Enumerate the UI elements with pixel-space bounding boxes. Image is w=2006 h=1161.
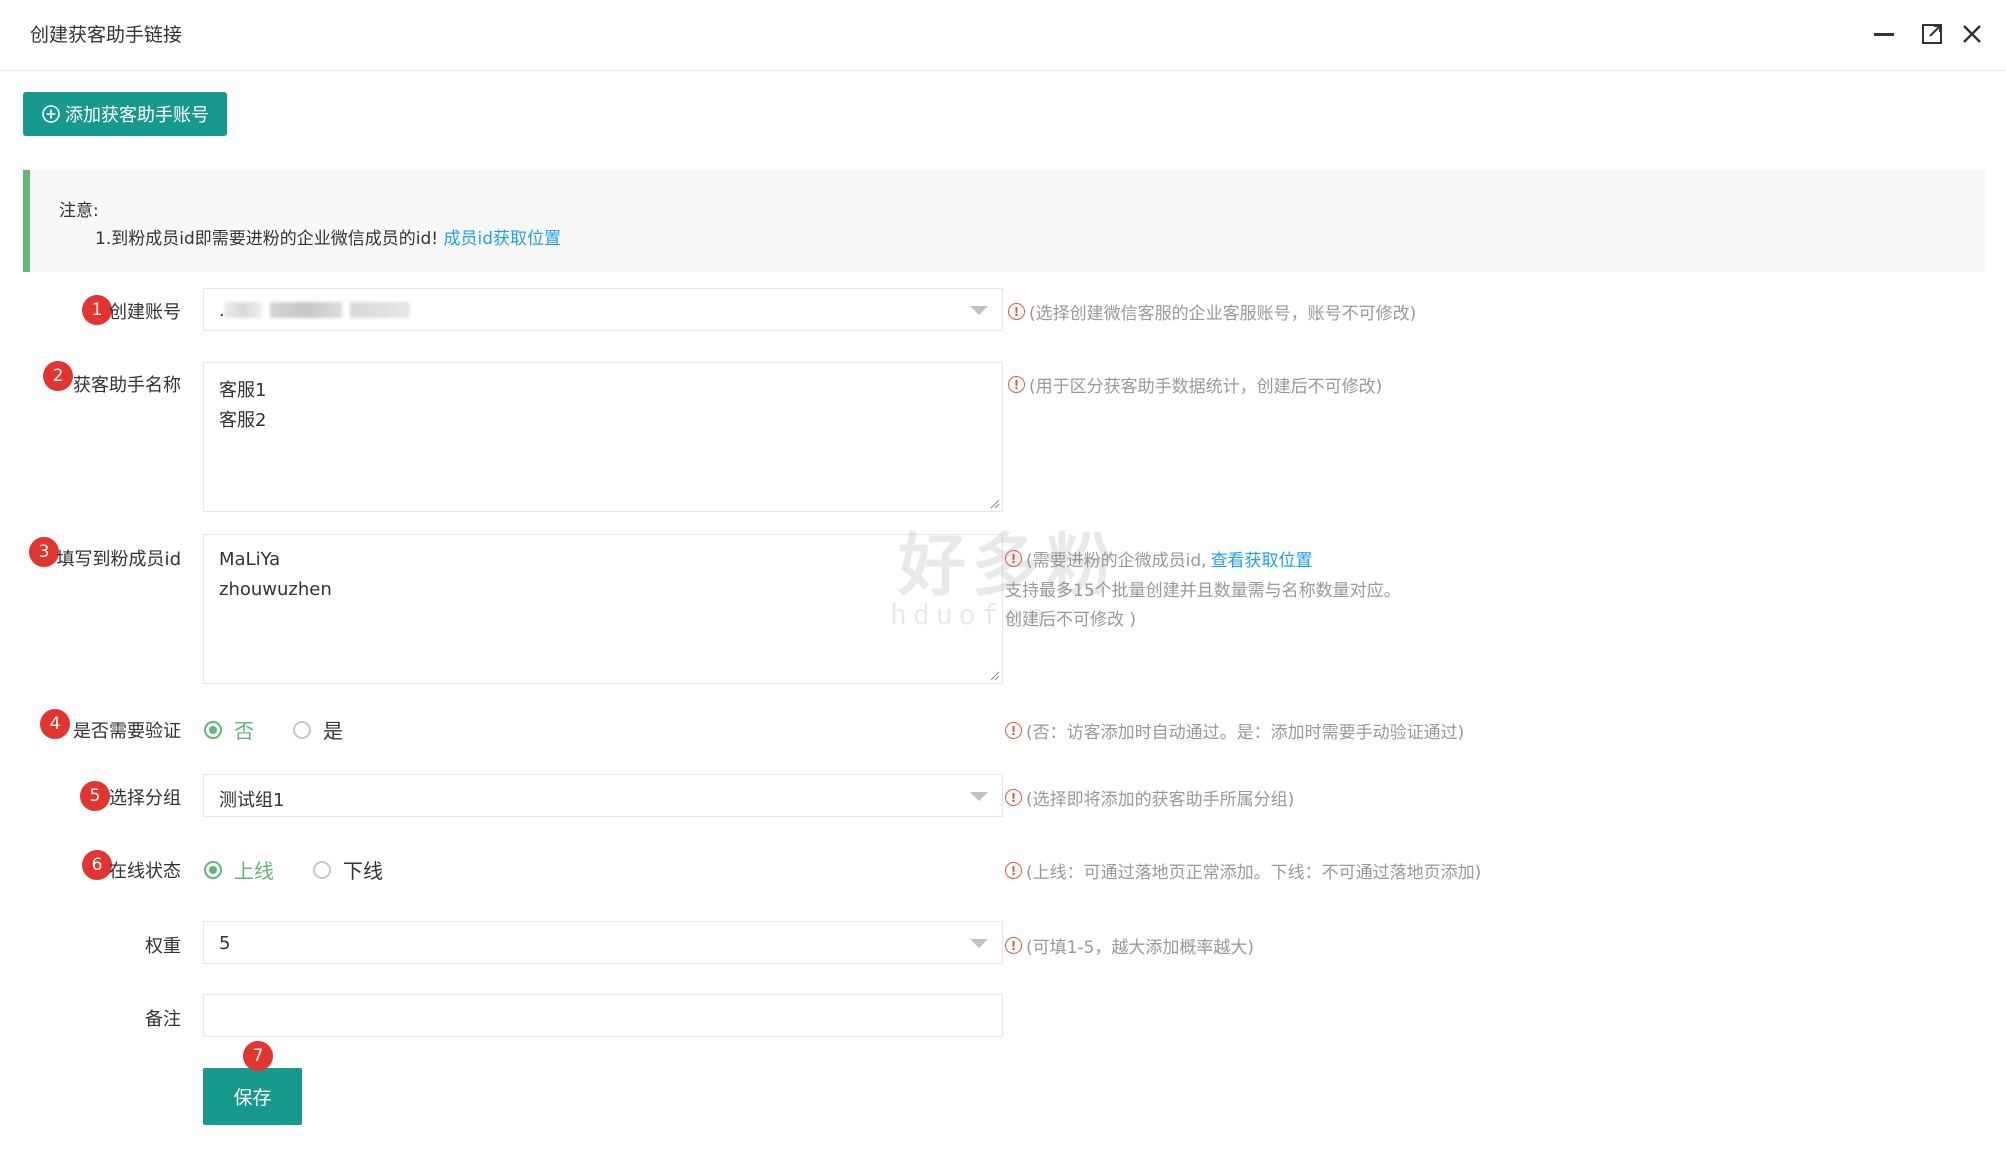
save-button[interactable]: 保存 xyxy=(203,1068,302,1125)
step-badge-5: 5 xyxy=(80,781,110,811)
redacted-account-blur xyxy=(350,302,410,318)
member-id-tip-line2: 支持最多15个批量创建并且数量需与名称数量对应。 xyxy=(1005,581,1401,601)
info-icon: ! xyxy=(1005,550,1022,567)
member-id-line: MaLiYa xyxy=(219,549,281,570)
member-id-textarea[interactable]: MaLiYa zhouwuzhen xyxy=(203,534,1003,684)
group-select[interactable]: 测试组1 xyxy=(203,774,1003,817)
notice-title: 注意: xyxy=(59,201,99,221)
info-icon: ! xyxy=(1005,722,1022,739)
dialog-titlebar: 创建获客助手链接 xyxy=(0,0,2006,71)
step-badge-3: 3 xyxy=(29,537,59,567)
status-option-online: 上线 xyxy=(234,859,274,883)
info-icon: ! xyxy=(1008,376,1025,393)
assistant-name-textarea[interactable]: 客服1 客服2 xyxy=(203,362,1003,512)
member-id-label: 填写到粉成员id xyxy=(56,549,181,570)
weight-tip-text: (可填1-5，越大添加概率越大) xyxy=(1026,938,1255,958)
verify-radio-no[interactable]: 否 xyxy=(204,715,254,744)
member-id-location-link[interactable]: 成员id获取位置 xyxy=(443,229,561,249)
assistant-name-label: 获客助手名称 xyxy=(73,375,181,396)
member-id-tip: ! (需要进粉的企微成员id, 查看获取位置 xyxy=(1005,546,1313,571)
account-tip: ! (选择创建微信客服的企业客服账号，账号不可修改) xyxy=(1008,299,1416,324)
info-icon: ! xyxy=(1005,862,1022,879)
radio-checked-icon xyxy=(204,720,222,739)
weight-label: 权重 xyxy=(145,936,181,957)
status-label: 在线状态 xyxy=(109,861,181,882)
close-icon[interactable] xyxy=(1954,16,1990,52)
verify-option-yes: 是 xyxy=(323,719,343,743)
step-badge-2: 2 xyxy=(43,361,73,391)
minimize-icon[interactable] xyxy=(1866,16,1902,52)
radio-unchecked-icon xyxy=(293,720,311,739)
dropdown-arrow-icon xyxy=(970,306,988,315)
dropdown-arrow-icon xyxy=(970,939,988,948)
add-assistant-account-button[interactable]: 添加获客助手账号 xyxy=(23,92,227,136)
step-badge-6: 6 xyxy=(82,850,112,880)
notice-box: 注意: 1.到粉成员id即需要进粉的企业微信成员的id! 成员id获取位置 xyxy=(23,170,1985,272)
plus-circle-icon xyxy=(42,105,60,123)
info-icon: ! xyxy=(1005,789,1022,806)
verify-tip: ! (否：访客添加时自动通过。是：添加时需要手动验证通过) xyxy=(1005,718,1464,743)
step-badge-4: 4 xyxy=(40,709,70,739)
view-location-link[interactable]: 查看获取位置 xyxy=(1211,546,1313,571)
group-label: 选择分组 xyxy=(109,788,181,809)
assistant-name-line: 客服1 xyxy=(219,380,267,401)
resize-handle-icon[interactable] xyxy=(988,669,1000,681)
account-tip-text: (选择创建微信客服的企业客服账号，账号不可修改) xyxy=(1029,304,1417,324)
remark-input[interactable] xyxy=(203,994,1003,1037)
info-icon: ! xyxy=(1005,937,1022,954)
member-id-tip-line3: 创建后不可修改 ) xyxy=(1005,610,1137,630)
verify-label: 是否需要验证 xyxy=(73,721,181,742)
status-tip-text: (上线：可通过落地页正常添加。下线：不可通过落地页添加) xyxy=(1026,863,1482,883)
group-select-value: 测试组1 xyxy=(219,790,285,811)
maximize-icon[interactable] xyxy=(1914,16,1950,52)
info-icon: ! xyxy=(1008,303,1025,320)
assistant-name-line: 客服2 xyxy=(219,410,267,431)
group-tip-text: (选择即将添加的获客助手所属分组) xyxy=(1026,790,1295,810)
step-badge-7: 7 xyxy=(243,1041,273,1071)
account-select[interactable]: . xyxy=(203,288,1003,331)
status-radio-online[interactable]: 上线 xyxy=(204,855,274,884)
notice-line-text: 1.到粉成员id即需要进粉的企业微信成员的id! xyxy=(95,229,439,249)
step-badge-1: 1 xyxy=(82,295,112,325)
dialog-title: 创建获客助手链接 xyxy=(30,24,183,46)
redacted-account-blur xyxy=(224,302,262,318)
status-tip: ! (上线：可通过落地页正常添加。下线：不可通过落地页添加) xyxy=(1005,858,1481,883)
assistant-name-tip-text: (用于区分获客助手数据统计，创建后不可修改) xyxy=(1029,377,1383,397)
verify-tip-text: (否：访客添加时自动通过。是：添加时需要手动验证通过) xyxy=(1026,723,1465,743)
weight-tip: ! (可填1-5，越大添加概率越大) xyxy=(1005,933,1254,958)
redacted-account-blur xyxy=(270,302,342,318)
radio-checked-icon xyxy=(204,860,222,879)
verify-option-no: 否 xyxy=(234,719,254,743)
status-option-offline: 下线 xyxy=(343,859,383,883)
resize-handle-icon[interactable] xyxy=(988,497,1000,509)
weight-select-value: 5 xyxy=(219,933,231,954)
weight-select[interactable]: 5 xyxy=(203,921,1003,964)
verify-radio-yes[interactable]: 是 xyxy=(293,715,343,744)
remark-label: 备注 xyxy=(145,1009,181,1030)
assistant-name-tip: ! (用于区分获客助手数据统计，创建后不可修改) xyxy=(1008,372,1382,397)
add-assistant-account-label: 添加获客助手账号 xyxy=(65,105,209,126)
status-radio-offline[interactable]: 下线 xyxy=(313,855,383,884)
member-id-line: zhouwuzhen xyxy=(219,579,332,600)
radio-unchecked-icon xyxy=(313,860,331,879)
dropdown-arrow-icon xyxy=(970,792,988,801)
group-tip: ! (选择即将添加的获客助手所属分组) xyxy=(1005,785,1294,810)
account-label: 创建账号 xyxy=(109,302,181,323)
member-id-tip-text: (需要进粉的企微成员id, xyxy=(1026,551,1207,571)
notice-line: 1.到粉成员id即需要进粉的企业微信成员的id! 成员id获取位置 xyxy=(95,224,561,249)
